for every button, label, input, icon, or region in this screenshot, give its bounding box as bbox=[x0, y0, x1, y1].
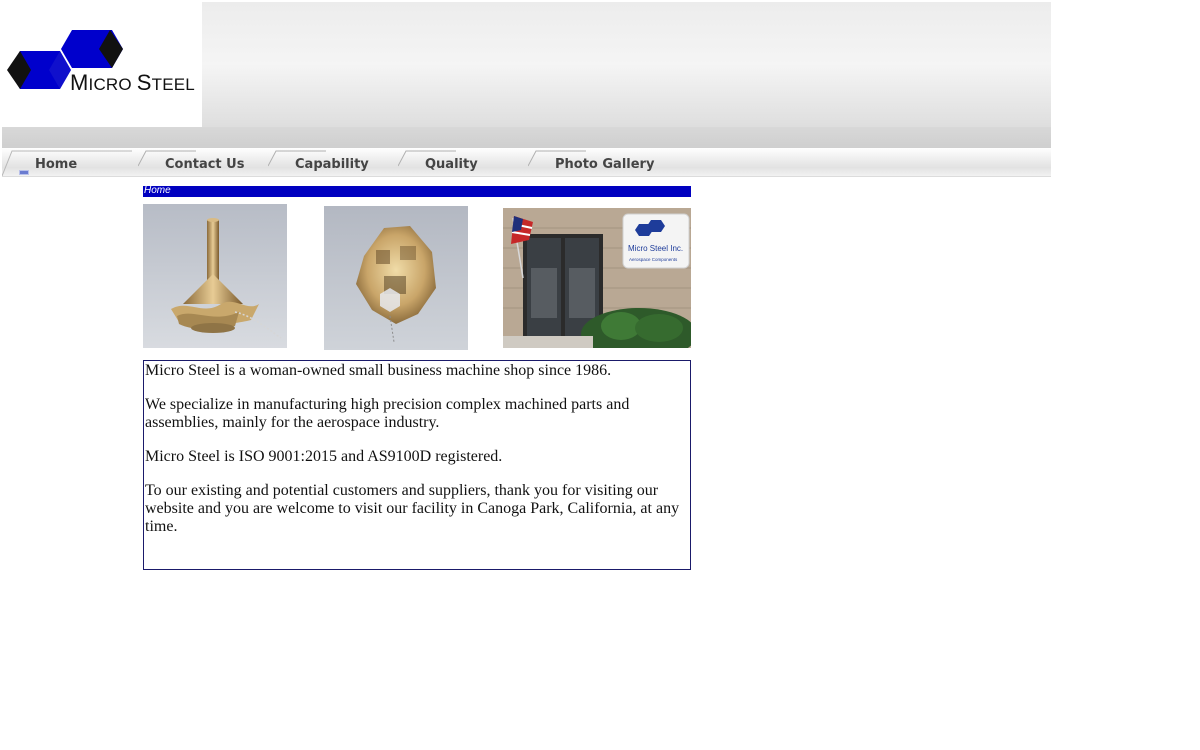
nav-item-quality[interactable]: Quality bbox=[398, 148, 528, 176]
breadcrumb-label: Home bbox=[144, 185, 171, 196]
nav-item-capability[interactable]: Capability bbox=[268, 148, 398, 176]
intro-paragraph: We specialize in manufacturing high prec… bbox=[145, 396, 630, 431]
facility-image: Micro Steel Inc. Aerospace Components bbox=[503, 208, 691, 348]
photo-facility: Micro Steel Inc. Aerospace Components bbox=[503, 208, 691, 348]
intro-paragraph: Micro Steel is ISO 9001:2015 and AS9100D… bbox=[145, 448, 503, 465]
photo-impeller bbox=[143, 204, 287, 348]
logo[interactable]: MICRO STEEL bbox=[2, 2, 202, 127]
nav-item-photo-gallery[interactable]: Photo Gallery bbox=[528, 148, 688, 176]
impeller-image bbox=[143, 204, 287, 348]
header-banner: MICRO STEEL bbox=[2, 2, 1051, 127]
nav-label: Quality bbox=[425, 157, 478, 172]
nav-label: Contact Us bbox=[165, 157, 245, 172]
intro-paragraph: Micro Steel is a woman-owned small busin… bbox=[145, 362, 612, 379]
nav-item-contact-us[interactable]: Contact Us bbox=[138, 148, 268, 176]
intro-text-box: Micro Steel is a woman-owned small busin… bbox=[143, 360, 691, 570]
active-indicator-icon bbox=[19, 170, 29, 175]
sign-text: Micro Steel Inc. bbox=[628, 244, 683, 253]
header-subband bbox=[2, 127, 1051, 148]
photo-machined-part bbox=[324, 206, 468, 350]
sign-subtext: Aerospace Components bbox=[629, 257, 678, 262]
nav-label: Photo Gallery bbox=[555, 157, 655, 172]
nav-label: Home bbox=[35, 157, 78, 172]
machined-part-image bbox=[324, 206, 468, 350]
main-nav: Home Contact Us Capability Quality Photo… bbox=[2, 148, 1051, 177]
nav-label: Capability bbox=[295, 157, 369, 172]
brand-name: MICRO STEEL bbox=[70, 70, 195, 95]
intro-paragraph: To our existing and potential customers … bbox=[145, 482, 680, 535]
breadcrumb: Home bbox=[143, 185, 691, 197]
nav-item-home[interactable]: Home bbox=[2, 148, 132, 176]
